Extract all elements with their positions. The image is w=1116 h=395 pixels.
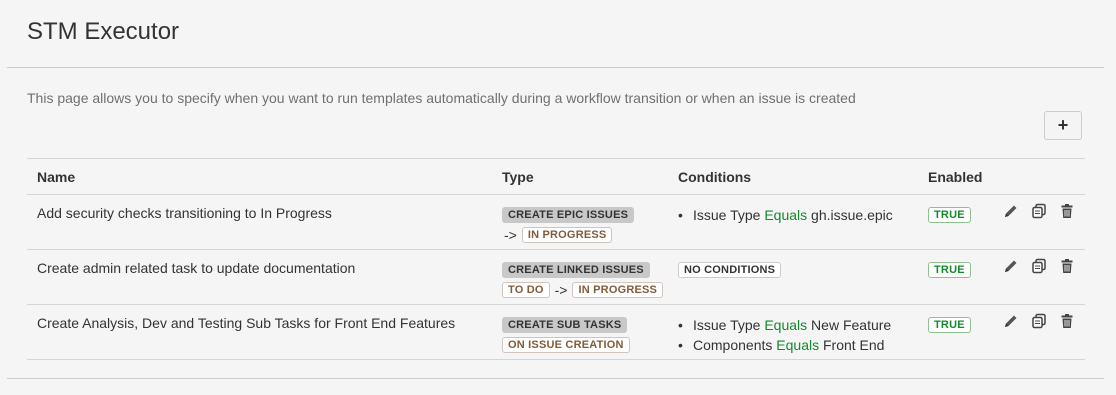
add-executor-button[interactable]: + [1044, 111, 1082, 140]
conditions-cell: NO CONDITIONS [678, 260, 782, 278]
trigger-lozenge: ON ISSUE CREATION [502, 337, 630, 353]
executor-name: Add security checks transitioning to In … [37, 205, 332, 221]
executor-table: Name Type Conditions Enabled Add securit… [27, 158, 1085, 360]
row-actions [1002, 257, 1076, 275]
trigger: ON ISSUE CREATION [502, 337, 672, 353]
condition-field: Components [693, 337, 773, 353]
table-header-row: Name Type Conditions Enabled [27, 159, 1085, 195]
transition: TO DO -> IN PROGRESS [502, 282, 672, 298]
footer-divider [7, 378, 1104, 379]
trash-icon[interactable] [1058, 202, 1076, 220]
enabled-lozenge: TRUE [928, 317, 971, 333]
column-header-name[interactable]: Name [37, 169, 75, 185]
to-status-lozenge: IN PROGRESS [572, 282, 664, 298]
executor-name: Create admin related task to update docu… [37, 260, 356, 276]
condition-value: New Feature [811, 317, 892, 333]
header-divider [7, 67, 1104, 68]
enabled-cell: TRUE [928, 315, 971, 333]
condition-operator: Equals [776, 337, 820, 353]
row-actions [1002, 312, 1076, 330]
conditions-list: Issue Type Equals New Feature Components… [678, 315, 891, 355]
page-header: STM Executor [0, 0, 1116, 67]
trash-icon[interactable] [1058, 312, 1076, 330]
copy-icon[interactable] [1030, 202, 1048, 220]
pencil-icon[interactable] [1002, 202, 1020, 220]
type-cell: CREATE LINKED ISSUES TO DO -> IN PROGRES… [502, 260, 672, 298]
executor-name: Create Analysis, Dev and Testing Sub Tas… [37, 315, 456, 331]
transition-arrow: -> [554, 282, 568, 298]
table-row: Create admin related task to update docu… [27, 250, 1085, 305]
enabled-cell: TRUE [928, 205, 971, 223]
condition-value: gh.issue.epic [811, 207, 893, 223]
condition-field: Issue Type [693, 207, 761, 223]
no-conditions-lozenge: NO CONDITIONS [678, 262, 782, 278]
condition-operator: Equals [764, 207, 808, 223]
conditions-cell: Issue Type Equals gh.issue.epic [678, 205, 893, 225]
enabled-lozenge: TRUE [928, 207, 971, 223]
conditions-cell: Issue Type Equals New Feature Components… [678, 315, 891, 355]
condition-field: Issue Type [693, 317, 761, 333]
trash-icon[interactable] [1058, 257, 1076, 275]
condition-item: Components Equals Front End [678, 335, 891, 355]
transition-arrow: -> [504, 227, 517, 243]
table-row: Create Analysis, Dev and Testing Sub Tas… [27, 305, 1085, 360]
column-header-enabled[interactable]: Enabled [928, 169, 982, 185]
condition-value: Front End [822, 337, 885, 353]
condition-operator: Equals [764, 317, 808, 333]
page-description: This page allows you to specify when you… [27, 90, 856, 106]
to-status-lozenge: IN PROGRESS [521, 227, 613, 243]
transition: -> IN PROGRESS [502, 227, 672, 243]
row-actions [1002, 202, 1076, 220]
condition-item: Issue Type Equals gh.issue.epic [678, 205, 893, 225]
conditions-list: Issue Type Equals gh.issue.epic [678, 205, 893, 225]
type-lozenge: CREATE LINKED ISSUES [502, 262, 650, 278]
type-cell: CREATE SUB TASKS ON ISSUE CREATION [502, 315, 672, 353]
type-lozenge: CREATE EPIC ISSUES [502, 207, 635, 223]
from-status-lozenge: TO DO [502, 282, 550, 298]
column-header-conditions[interactable]: Conditions [678, 169, 751, 185]
copy-icon[interactable] [1030, 312, 1048, 330]
type-lozenge: CREATE SUB TASKS [502, 317, 628, 333]
pencil-icon[interactable] [1002, 312, 1020, 330]
enabled-cell: TRUE [928, 260, 971, 278]
pencil-icon[interactable] [1002, 257, 1020, 275]
table-row: Add security checks transitioning to In … [27, 195, 1085, 250]
column-header-type[interactable]: Type [502, 169, 534, 185]
type-cell: CREATE EPIC ISSUES -> IN PROGRESS [502, 205, 672, 243]
page-title: STM Executor [27, 18, 180, 45]
enabled-lozenge: TRUE [928, 262, 971, 278]
condition-item: Issue Type Equals New Feature [678, 315, 891, 335]
copy-icon[interactable] [1030, 257, 1048, 275]
